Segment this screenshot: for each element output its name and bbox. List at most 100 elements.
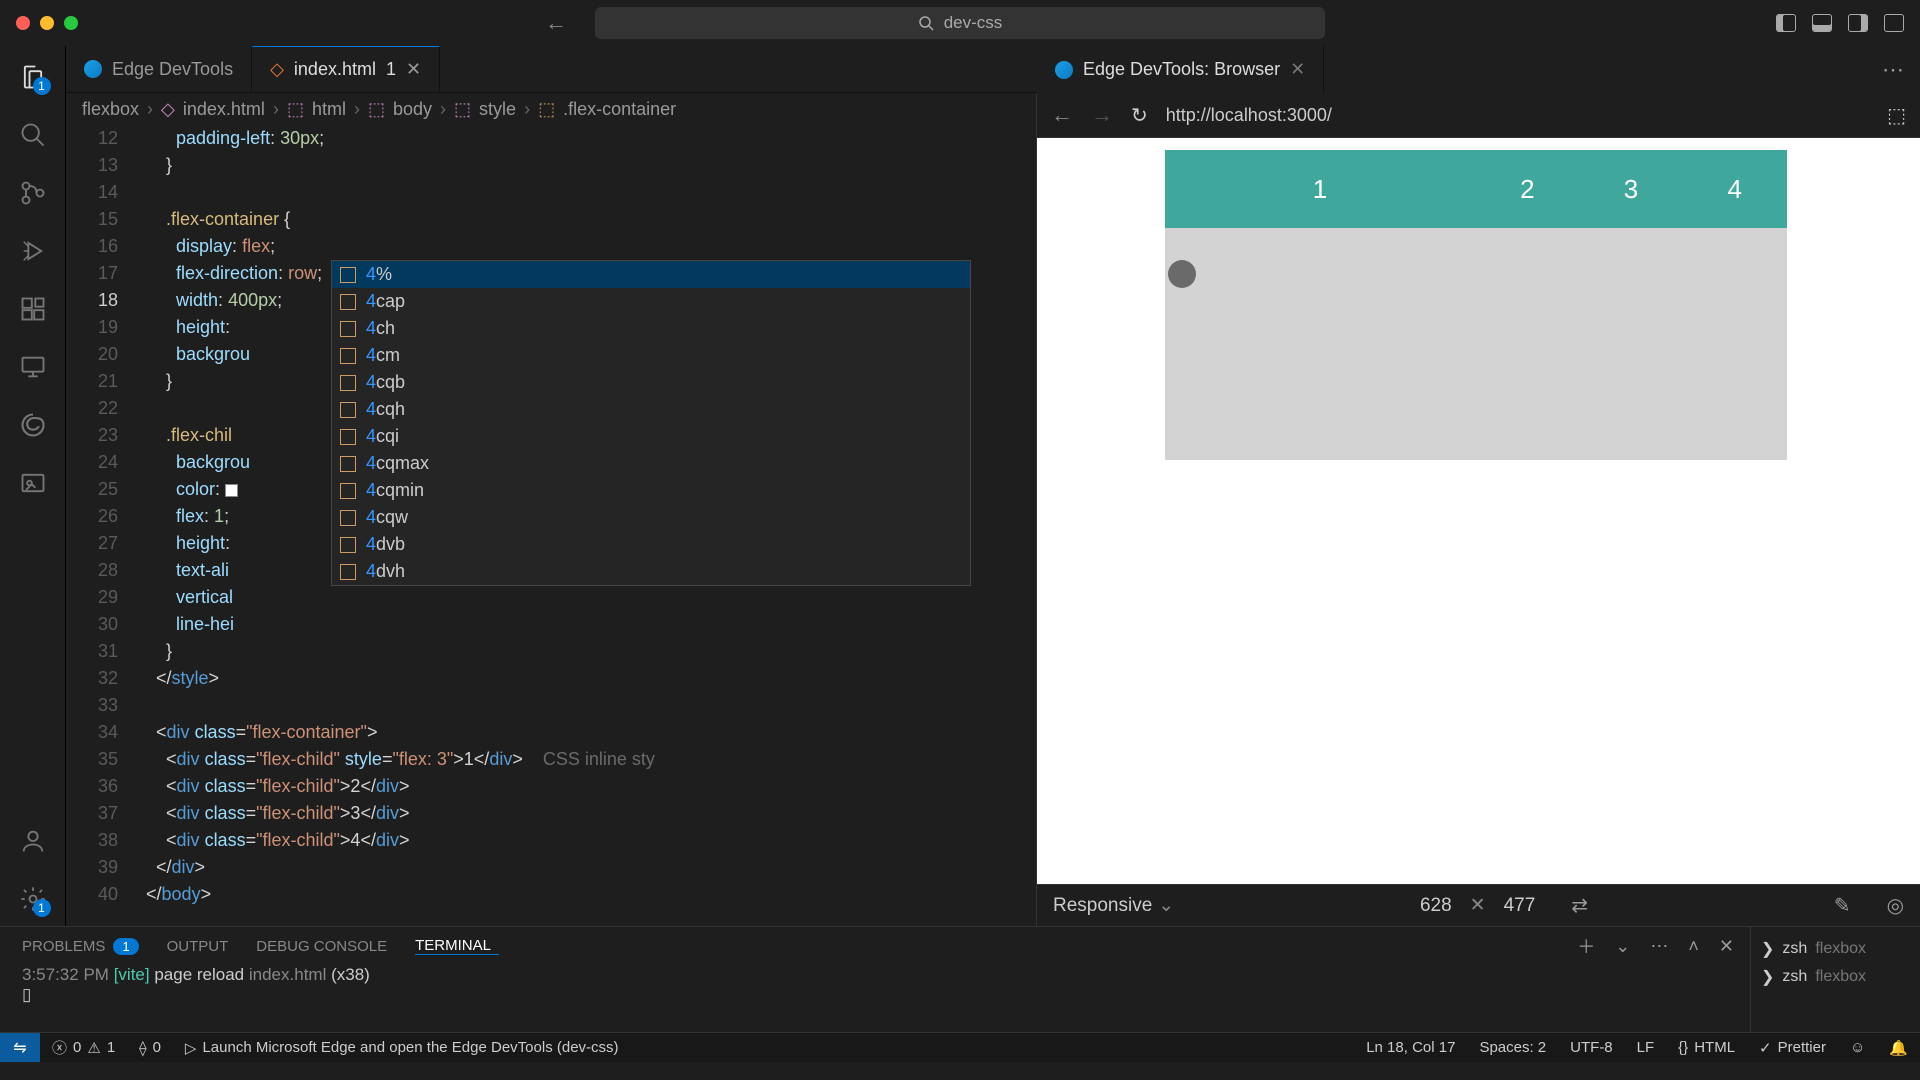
tab-label: index.html [294, 59, 376, 80]
account-icon[interactable] [18, 826, 48, 856]
value-icon [340, 456, 356, 472]
screencast-edit-icon[interactable]: ✎ [1834, 893, 1851, 918]
suggest-item[interactable]: 4cqb [332, 369, 970, 396]
screencast-target-icon[interactable]: ◎ [1887, 893, 1904, 918]
close-window-icon[interactable] [16, 16, 30, 30]
more-actions-icon[interactable]: ⋯ [1650, 936, 1668, 957]
value-icon [340, 348, 356, 364]
value-icon [340, 483, 356, 499]
close-icon[interactable]: ✕ [406, 59, 421, 80]
live-preview-icon[interactable] [18, 468, 48, 498]
maximize-window-icon[interactable] [64, 16, 78, 30]
prettier-status[interactable]: ✓Prettier [1747, 1039, 1838, 1057]
demo-container: 1 2 3 4 [1165, 150, 1787, 460]
browser-back-icon[interactable]: ← [1051, 102, 1073, 128]
tab-index-html[interactable]: ◇ index.html 1 ✕ [252, 46, 440, 92]
code-editor[interactable]: flexbox› ◇index.html› ⬚html› ⬚body› ⬚sty… [66, 93, 1036, 926]
explorer-icon[interactable]: 1 [18, 62, 48, 92]
debug-icon: ▷ [185, 1039, 197, 1057]
braces-icon: {} [1678, 1039, 1688, 1056]
breadcrumb[interactable]: flexbox› ◇index.html› ⬚html› ⬚body› ⬚sty… [66, 93, 1036, 125]
indentation[interactable]: Spaces: 2 [1467, 1039, 1558, 1056]
tab-modified-count: 1 [386, 59, 396, 80]
bc-file[interactable]: index.html [183, 99, 265, 120]
suggest-item[interactable]: 4cqh [332, 396, 970, 423]
terminal-content[interactable]: 3:57:32 PM [vite] page reload index.html… [0, 965, 1750, 1032]
bc-selector[interactable]: .flex-container [563, 99, 676, 120]
new-terminal-icon[interactable]: ＋ [1577, 933, 1595, 959]
suggest-item[interactable]: 4ch [332, 315, 970, 342]
demo-cell: 3 [1579, 150, 1683, 228]
remote-explorer-icon[interactable] [18, 352, 48, 382]
suggest-item[interactable]: 4cqmin [332, 477, 970, 504]
suggest-item[interactable]: 4dvb [332, 531, 970, 558]
panel-tab-output[interactable]: OUTPUT [167, 938, 229, 955]
inspect-icon[interactable]: ⬚ [1887, 103, 1906, 128]
suggest-item[interactable]: 4cqw [332, 504, 970, 531]
bc-html[interactable]: html [312, 99, 346, 120]
value-icon [340, 321, 356, 337]
cursor-position[interactable]: Ln 18, Col 17 [1354, 1039, 1467, 1056]
maximize-panel-icon[interactable]: ˄ [1688, 936, 1699, 957]
bc-style[interactable]: style [479, 99, 516, 120]
value-icon [340, 429, 356, 445]
customize-layout-icon[interactable] [1884, 14, 1904, 32]
edge-tools-icon[interactable] [18, 410, 48, 440]
launch-hint[interactable]: ▷Launch Microsoft Edge and open the Edge… [173, 1039, 631, 1057]
back-icon[interactable]: ← [545, 10, 567, 36]
panel-bottom-icon[interactable] [1812, 14, 1832, 32]
encoding[interactable]: UTF-8 [1558, 1039, 1625, 1056]
responsive-dropdown[interactable]: Responsive⌄ [1053, 894, 1174, 917]
panel-right-icon[interactable] [1848, 14, 1868, 32]
panel-tab-debug[interactable]: DEBUG CONSOLE [256, 938, 387, 955]
panel-tab-terminal[interactable]: TERMINAL [415, 937, 499, 955]
suggest-item[interactable]: 4cqmax [332, 450, 970, 477]
terminal-entry[interactable]: ❯zshflexbox [1761, 963, 1910, 991]
autocomplete-popup[interactable]: 4% 4cap 4ch 4cm 4cqb 4cqh 4cqi 4cqmax 4c… [331, 260, 971, 586]
demo-cell: 1 [1165, 150, 1476, 228]
suggest-item[interactable]: 4% [332, 261, 970, 288]
feedback-icon[interactable]: ☺ [1838, 1039, 1877, 1056]
close-icon[interactable]: ✕ [1290, 59, 1305, 80]
debug-icon[interactable] [18, 236, 48, 266]
browser-forward-icon: → [1091, 102, 1113, 128]
bc-body[interactable]: body [393, 99, 432, 120]
notifications-icon[interactable]: 🔔 [1877, 1039, 1920, 1057]
terminal-dropdown-icon[interactable]: ⌄ [1615, 936, 1630, 957]
status-ports[interactable]: ⟠0 [127, 1039, 173, 1057]
status-problems[interactable]: ⓧ0⚠1 [40, 1037, 127, 1058]
source-control-icon[interactable] [18, 178, 48, 208]
warning-icon: ⚠ [87, 1039, 100, 1057]
language-mode[interactable]: {}HTML [1666, 1039, 1747, 1056]
panel-tab-problems[interactable]: PROBLEMS1 [22, 938, 139, 955]
close-panel-icon[interactable]: ✕ [1719, 936, 1734, 957]
panel-left-icon[interactable] [1776, 14, 1796, 32]
minimize-window-icon[interactable] [40, 16, 54, 30]
browser-pane: Edge DevTools: Browser ✕ ⋯ ← → ↻ http://… [1036, 93, 1920, 926]
suggest-item[interactable]: 4cqi [332, 423, 970, 450]
remote-button[interactable]: ⇋ [0, 1033, 40, 1062]
browser-viewport[interactable]: 1 2 3 4 [1037, 138, 1920, 884]
url-field[interactable]: http://localhost:3000/ [1166, 105, 1869, 126]
more-actions-icon[interactable]: ⋯ [1882, 57, 1904, 83]
reload-icon[interactable]: ↻ [1131, 103, 1148, 128]
terminal-entry[interactable]: ❯zshflexbox [1761, 935, 1910, 963]
suggest-item[interactable]: 4dvh [332, 558, 970, 585]
extensions-icon[interactable] [18, 294, 48, 324]
tab-label: Edge DevTools [112, 59, 233, 80]
code-content[interactable]: padding-left: 30px; } .flex-container { … [136, 125, 1036, 926]
error-icon: ⓧ [52, 1037, 67, 1058]
viewport-width[interactable]: 628 [1420, 895, 1452, 917]
suggest-item[interactable]: 4cap [332, 288, 970, 315]
eol[interactable]: LF [1625, 1039, 1667, 1056]
rotate-icon[interactable]: ⇄ [1571, 893, 1588, 918]
search-activity-icon[interactable] [18, 120, 48, 150]
suggest-item[interactable]: 4cm [332, 342, 970, 369]
settings-gear-icon[interactable]: 1 [18, 884, 48, 914]
tab-edge-devtools[interactable]: Edge DevTools [66, 46, 252, 92]
tab-browser[interactable]: Edge DevTools: Browser ✕ [1037, 46, 1324, 93]
bc-folder[interactable]: flexbox [82, 99, 139, 120]
command-center[interactable]: dev-css [595, 7, 1325, 39]
viewport-height[interactable]: 477 [1504, 895, 1536, 917]
value-icon [340, 267, 356, 283]
